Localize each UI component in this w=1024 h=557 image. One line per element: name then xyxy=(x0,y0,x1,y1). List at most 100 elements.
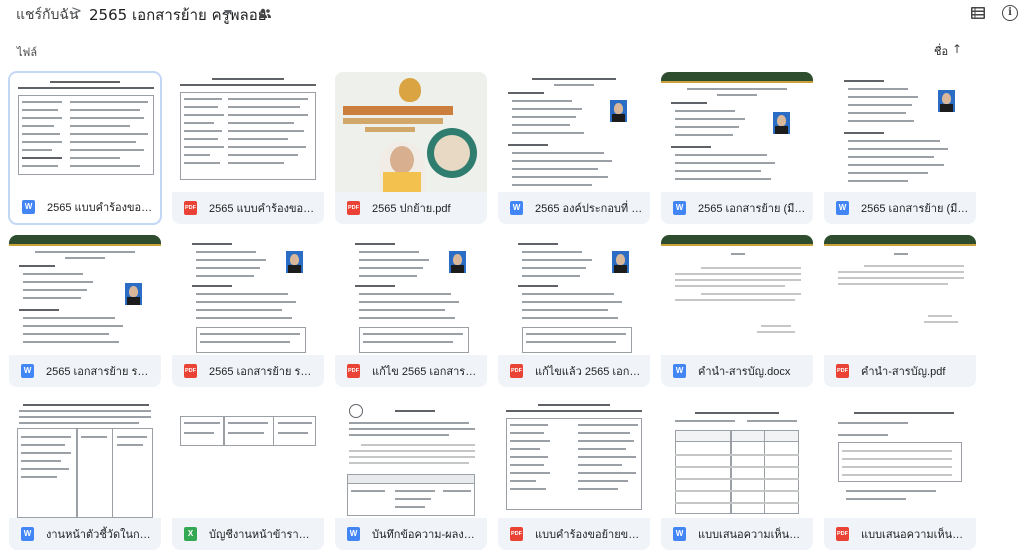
breadcrumb: แชร์กับฉัน > 2565 เอกสารย้าย ครูพลอย i xyxy=(0,0,1024,28)
file-thumbnail xyxy=(10,73,160,193)
file-thumbnail xyxy=(172,235,324,355)
pdf-icon: PDF xyxy=(347,201,360,215)
breadcrumb-shared-with-me[interactable]: แชร์กับฉัน xyxy=(16,4,79,26)
file-thumbnail xyxy=(335,398,487,518)
word-doc-icon: W xyxy=(347,527,360,541)
file-footer: PDF แก้ไขแล้ว 2565 เอกสารย้าย ... xyxy=(498,355,650,387)
file-name: 2565 เอกสารย้าย (มีภาคผน... xyxy=(861,203,969,215)
file-thumbnail xyxy=(335,235,487,355)
word-doc-icon: W xyxy=(673,527,686,541)
file-footer: PDF แบบคำร้องขอย้ายของข้าราช... xyxy=(498,518,650,550)
word-doc-icon: W xyxy=(836,201,849,215)
file-name: แบบเสนอความเห็นคณะกรรม... xyxy=(861,529,969,541)
word-doc-icon: W xyxy=(21,527,34,541)
list-view-icon[interactable] xyxy=(971,7,985,19)
file-name: แก้ไขแล้ว 2565 เอกสารย้าย ... xyxy=(535,366,643,378)
file-thumbnail xyxy=(661,72,813,192)
file-name: 2565 องค์ประกอบที่ 1-7 ครู... xyxy=(535,203,643,215)
file-card[interactable]: X บัญชีงานหน้าข้าราชการครูแล... xyxy=(172,398,324,550)
file-card[interactable]: PDF แบบคำร้องขอย้ายของข้าราช... xyxy=(498,398,650,550)
file-card[interactable]: PDF 2565 แบบคำร้องขอย้ายของ... xyxy=(172,72,324,224)
spreadsheet-icon: X xyxy=(184,527,197,541)
file-thumbnail xyxy=(824,235,976,355)
file-name: แบบคำร้องขอย้ายของข้าราช... xyxy=(535,529,643,541)
file-name: คำนำ-สารบัญ.docx xyxy=(698,366,791,378)
word-doc-icon: W xyxy=(673,201,686,215)
file-footer: W แบบเสนอความเห็นคณะกรรม... xyxy=(661,518,813,550)
people-icon[interactable] xyxy=(258,8,272,18)
file-name: 2565 เอกสารย้าย รอ.3 ครูพ... xyxy=(209,366,317,378)
file-footer: PDF แก้ไข 2565 เอกสารย้าย รอ.... xyxy=(335,355,487,387)
file-card[interactable]: W 2565 องค์ประกอบที่ 1-7 ครู... xyxy=(498,72,650,224)
file-footer: PDF 2565 เอกสารย้าย รอ.3 ครูพ... xyxy=(172,355,324,387)
file-card[interactable]: W คำนำ-สารบัญ.docx xyxy=(661,235,813,387)
pdf-icon: PDF xyxy=(836,527,849,541)
file-card[interactable]: W แบบเสนอความเห็นคณะกรรม... xyxy=(661,398,813,550)
file-footer: PDF 2565 แบบคำร้องขอย้ายของ... xyxy=(172,192,324,224)
file-thumbnail xyxy=(824,398,976,518)
file-name: บัญชีงานหน้าข้าราชการครูแล... xyxy=(209,529,317,541)
file-card[interactable]: PDF แก้ไขแล้ว 2565 เอกสารย้าย ... xyxy=(498,235,650,387)
section-label-files: ไฟล์ xyxy=(17,46,38,59)
pdf-icon: PDF xyxy=(510,364,523,378)
word-doc-icon: W xyxy=(673,364,686,378)
file-name: แบบเสนอความเห็นคณะกรรม... xyxy=(698,529,806,541)
file-thumbnail xyxy=(661,398,813,518)
file-name: 2565 เอกสารย้าย (มีภาคผน... xyxy=(698,203,806,215)
file-card[interactable]: PDF แบบเสนอความเห็นคณะกรรม... xyxy=(824,398,976,550)
file-footer: X บัญชีงานหน้าข้าราชการครูแล... xyxy=(172,518,324,550)
file-card[interactable]: W 2565 เอกสารย้าย (มีภาคผน... xyxy=(824,72,976,224)
pdf-icon: PDF xyxy=(184,201,197,215)
word-doc-icon: W xyxy=(21,364,34,378)
file-name: บันทึกข้อความ-ผลงาน-ข้อ-1... xyxy=(372,529,480,541)
file-name: คำนำ-สารบัญ.pdf xyxy=(861,366,946,378)
word-doc-icon: W xyxy=(510,201,523,215)
pdf-icon: PDF xyxy=(510,527,523,541)
file-thumbnail xyxy=(824,72,976,192)
file-footer: W คำนำ-สารบัญ.docx xyxy=(661,355,813,387)
file-card[interactable]: W บันทึกข้อความ-ผลงาน-ข้อ-1... xyxy=(335,398,487,550)
file-thumbnail xyxy=(498,235,650,355)
file-footer: PDF 2565 ปกย้าย.pdf xyxy=(335,192,487,224)
file-footer: PDF คำนำ-สารบัญ.pdf xyxy=(824,355,976,387)
file-footer: W บันทึกข้อความ-ผลงาน-ข้อ-1... xyxy=(335,518,487,550)
word-doc-icon: W xyxy=(22,200,35,214)
file-thumbnail xyxy=(9,235,161,355)
chevron-down-icon[interactable] xyxy=(224,10,232,15)
file-thumbnail xyxy=(9,398,161,518)
file-name: 2565 ปกย้าย.pdf xyxy=(372,203,451,215)
file-name: งานหน้าตัวชี้วัดในการประเมิน... xyxy=(46,529,154,541)
file-card[interactable]: W 2565 เอกสารย้าย (มีภาคผน... xyxy=(661,72,813,224)
info-icon[interactable]: i xyxy=(1002,5,1018,21)
file-name: แก้ไข 2565 เอกสารย้าย รอ.... xyxy=(372,366,480,378)
file-thumbnail xyxy=(172,72,324,192)
file-card[interactable]: PDF แก้ไข 2565 เอกสารย้าย รอ.... xyxy=(335,235,487,387)
arrow-up-icon[interactable]: ↑ xyxy=(952,42,962,56)
breadcrumb-current-folder[interactable]: 2565 เอกสารย้าย ครูพลอย xyxy=(89,3,267,27)
file-thumbnail xyxy=(498,72,650,192)
file-footer: PDF แบบเสนอความเห็นคณะกรรม... xyxy=(824,518,976,550)
file-thumbnail xyxy=(172,398,324,518)
file-card[interactable]: PDF คำนำ-สารบัญ.pdf xyxy=(824,235,976,387)
file-card[interactable]: PDF 2565 ปกย้าย.pdf xyxy=(335,72,487,224)
file-footer: W 2565 เอกสารย้าย (มีภาคผน... xyxy=(824,192,976,224)
file-thumbnail xyxy=(661,235,813,355)
pdf-icon: PDF xyxy=(347,364,360,378)
breadcrumb-separator: > xyxy=(71,4,82,19)
file-thumbnail xyxy=(498,398,650,518)
pdf-icon: PDF xyxy=(184,364,197,378)
file-card[interactable]: PDF 2565 เอกสารย้าย รอ.3 ครูพ... xyxy=(172,235,324,387)
sort-by-name-button[interactable]: ชื่อ xyxy=(934,42,948,60)
file-name: 2565 แบบคำร้องขอย้ายของ... xyxy=(209,203,317,215)
file-footer: W 2565 เอกสารย้าย (มีภาคผน... xyxy=(661,192,813,224)
file-footer: W 2565 องค์ประกอบที่ 1-7 ครู... xyxy=(498,192,650,224)
file-card[interactable]: W งานหน้าตัวชี้วัดในการประเมิน... xyxy=(9,398,161,550)
file-card[interactable]: W 2565 แบบคำร้องขอย้ายของ... xyxy=(9,72,161,224)
file-footer: W 2565 เอกสารย้าย รอ.3 ครูพ... xyxy=(9,355,161,387)
pdf-icon: PDF xyxy=(836,364,849,378)
file-name: 2565 เอกสารย้าย รอ.3 ครูพ... xyxy=(46,366,154,378)
file-card[interactable]: W 2565 เอกสารย้าย รอ.3 ครูพ... xyxy=(9,235,161,387)
file-footer: W งานหน้าตัวชี้วัดในการประเมิน... xyxy=(9,518,161,550)
file-name: 2565 แบบคำร้องขอย้ายของ... xyxy=(47,202,155,214)
file-thumbnail xyxy=(335,72,487,192)
